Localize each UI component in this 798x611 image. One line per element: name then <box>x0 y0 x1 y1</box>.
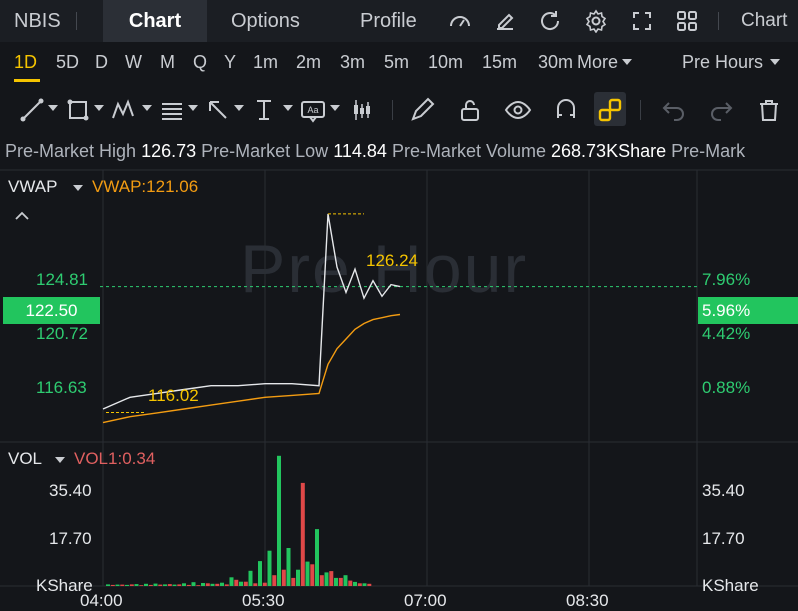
volume-bar-up <box>153 583 158 586</box>
volume-bar-down <box>148 584 153 586</box>
price-line <box>102 213 401 410</box>
volume-bar-up <box>296 569 300 586</box>
volume-bar-down <box>177 584 182 586</box>
volume-bar-down <box>348 580 353 586</box>
volume-bar-up <box>182 583 186 586</box>
high-price-marker: 126.24 <box>366 251 418 270</box>
current-price-badge: 122.50 <box>3 297 100 324</box>
volume-bar-up <box>305 561 310 586</box>
volume-bar-up <box>353 581 357 586</box>
volume-bar-up <box>144 583 148 586</box>
volume-bar-down <box>139 585 144 586</box>
volume-bar-down <box>215 583 220 586</box>
pct-tick-right: 0.88% <box>702 378 751 397</box>
volume-bar-down <box>329 571 334 586</box>
price-tick-left: 116.63 <box>36 378 87 397</box>
volume-bar-down <box>234 579 239 586</box>
vol-indicator-name[interactable]: VOL <box>8 449 42 469</box>
volume-bar-down <box>205 583 210 586</box>
volume-bar-up <box>210 583 215 586</box>
volume-bar-down <box>262 582 267 586</box>
vwap-indicator-value: VWAP:121.06 <box>92 177 199 196</box>
volume-bar-down <box>310 564 315 586</box>
vol-tick-left: 35.40 <box>49 481 92 500</box>
volume-bar-up <box>201 583 205 586</box>
volume-bar-up <box>220 582 224 586</box>
pct-tick-right: 4.42% <box>702 324 751 343</box>
vol-tick-right: 17.70 <box>702 529 745 548</box>
vwap-indicator-name[interactable]: VWAP <box>8 177 57 197</box>
volume-bar-down <box>224 584 229 586</box>
volume-bar-down <box>281 569 286 586</box>
price-tick-left: 124.81 <box>36 270 88 289</box>
volume-bar-down <box>129 584 134 586</box>
volume-bar-up <box>115 584 120 586</box>
volume-bar-down <box>110 584 115 586</box>
volume-bar-up <box>191 582 196 586</box>
vol-tick-right: 35.40 <box>702 481 745 500</box>
volume-bar-up <box>258 561 262 586</box>
volume-bar-up <box>125 584 129 586</box>
volume-bar-up <box>324 572 329 586</box>
time-tick: 07:00 <box>404 591 447 610</box>
low-price-marker: 116.02 <box>148 386 199 405</box>
volume-bar-down <box>272 575 277 586</box>
volume-bar-down <box>158 584 163 586</box>
volume-bar-down <box>253 583 258 586</box>
volume-bar-down <box>338 577 343 586</box>
volume-bar-up <box>277 455 281 586</box>
volume-bar-up <box>334 577 338 586</box>
vol-indicator-value: VOL1:0.34 <box>74 449 156 468</box>
volume-bars <box>106 455 372 586</box>
volume-bar-down <box>196 585 201 586</box>
volume-bar-down <box>357 583 362 586</box>
volume-bar-up <box>315 529 319 586</box>
volume-bar-down <box>120 584 125 586</box>
price-tick-left: 120.72 <box>36 324 88 343</box>
volume-bar-down <box>300 482 305 586</box>
volume-bar-up <box>106 584 110 586</box>
volume-bar-up <box>134 584 139 586</box>
volume-bar-up <box>343 575 348 586</box>
pct-tick-right: 7.96% <box>702 270 751 289</box>
volume-bar-up <box>163 584 167 586</box>
volume-bar-down <box>243 581 248 586</box>
volume-bar-up <box>286 548 291 586</box>
volume-bar-up <box>239 581 243 586</box>
vwap-line <box>102 313 401 424</box>
vol-tick-right: KShare <box>702 576 759 595</box>
price-markers <box>106 213 364 413</box>
collapse-chevron-up-icon[interactable] <box>14 209 30 223</box>
vol-tick-left: 17.70 <box>49 529 92 548</box>
time-tick: 08:30 <box>566 591 609 610</box>
volume-bar-up <box>248 570 253 586</box>
volume-bar-up <box>362 583 367 586</box>
volume-bar-up <box>267 550 272 586</box>
volume-bar-down <box>367 583 372 586</box>
volume-bar-up <box>172 584 177 586</box>
chevron-down-icon[interactable] <box>55 457 65 463</box>
time-tick: 05:30 <box>242 591 285 610</box>
chevron-down-icon[interactable] <box>73 185 83 191</box>
volume-bar-down <box>319 575 324 586</box>
volume-bar-up <box>229 577 234 586</box>
chart-grid <box>0 169 798 587</box>
volume-bar-down <box>167 584 172 586</box>
volume-bar-down <box>186 584 191 586</box>
price-chart[interactable] <box>0 0 798 609</box>
time-tick: 04:00 <box>80 591 123 610</box>
current-pct-badge: 5.96% <box>698 297 798 324</box>
volume-bar-down <box>291 577 296 586</box>
